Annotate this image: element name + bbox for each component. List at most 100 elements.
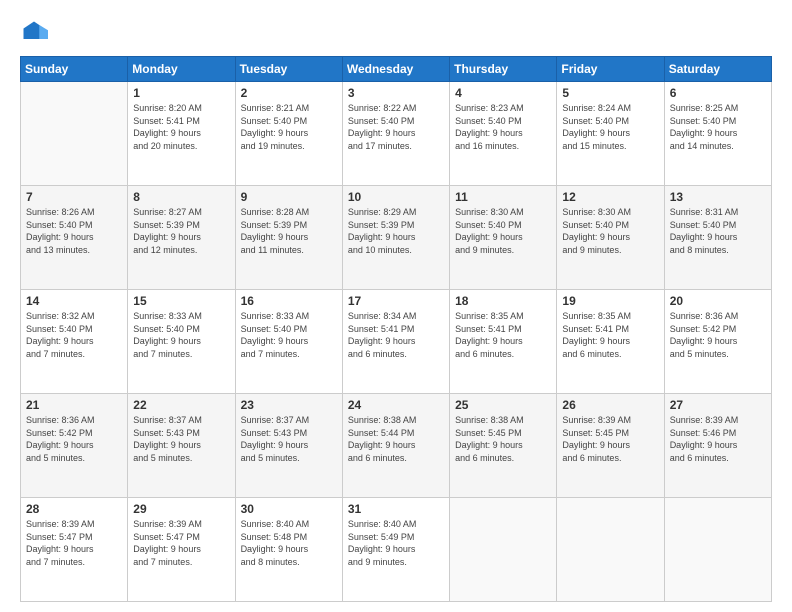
day-info: Sunrise: 8:33 AM Sunset: 5:40 PM Dayligh… bbox=[241, 310, 337, 360]
day-number: 11 bbox=[455, 190, 551, 204]
logo-icon bbox=[20, 18, 48, 46]
day-number: 3 bbox=[348, 86, 444, 100]
calendar-cell: 3 Sunrise: 8:22 AM Sunset: 5:40 PM Daylig… bbox=[342, 82, 449, 186]
day-number: 7 bbox=[26, 190, 122, 204]
calendar-cell: 29Sunrise: 8:39 AM Sunset: 5:47 PM Dayli… bbox=[128, 498, 235, 602]
calendar-cell: 1Sunrise: 8:20 AM Sunset: 5:41 PM Daylig… bbox=[128, 82, 235, 186]
day-info: Sunrise: 8:35 AM Sunset: 5:41 PM Dayligh… bbox=[455, 310, 551, 360]
day-number: 18 bbox=[455, 294, 551, 308]
weekday-header-friday: Friday bbox=[557, 57, 664, 82]
calendar-cell: 28 Sunrise: 8:39 AM Sunset: 5:47 PM Dayli… bbox=[21, 498, 128, 602]
calendar-cell: 21Sunrise: 8:36 AM Sunset: 5:42 PM Dayli… bbox=[21, 394, 128, 498]
day-info: Sunrise: 8:37 AM Sunset: 5:43 PM Dayligh… bbox=[241, 414, 337, 464]
calendar-cell: 11 Sunrise: 8:30 AM Sunset: 5:40 PM Dayli… bbox=[450, 186, 557, 290]
day-number: 13 bbox=[670, 190, 766, 204]
day-info: Sunrise: 8:21 AM Sunset: 5:40 PM Dayligh… bbox=[241, 102, 337, 152]
calendar-cell: 23Sunrise: 8:37 AM Sunset: 5:43 PM Dayli… bbox=[235, 394, 342, 498]
week-row-4: 21Sunrise: 8:36 AM Sunset: 5:42 PM Dayli… bbox=[21, 394, 772, 498]
calendar-cell: 13 Sunrise: 8:31 AM Sunset: 5:40 PM Dayli… bbox=[664, 186, 771, 290]
calendar-cell: 6 Sunrise: 8:25 AM Sunset: 5:40 PM Daylig… bbox=[664, 82, 771, 186]
day-number: 5 bbox=[562, 86, 658, 100]
day-info: Sunrise: 8:38 AM Sunset: 5:45 PM Dayligh… bbox=[455, 414, 551, 464]
day-number: 20 bbox=[670, 294, 766, 308]
day-info: Sunrise: 8:24 AM Sunset: 5:40 PM Dayligh… bbox=[562, 102, 658, 152]
day-info: Sunrise: 8:40 AM Sunset: 5:49 PM Dayligh… bbox=[348, 518, 444, 568]
calendar-cell bbox=[450, 498, 557, 602]
logo bbox=[20, 18, 52, 46]
calendar-cell: 5 Sunrise: 8:24 AM Sunset: 5:40 PM Daylig… bbox=[557, 82, 664, 186]
day-info: Sunrise: 8:32 AM Sunset: 5:40 PM Dayligh… bbox=[26, 310, 122, 360]
week-row-3: 14 Sunrise: 8:32 AM Sunset: 5:40 PM Dayli… bbox=[21, 290, 772, 394]
day-info: Sunrise: 8:28 AM Sunset: 5:39 PM Dayligh… bbox=[241, 206, 337, 256]
page: SundayMondayTuesdayWednesdayThursdayFrid… bbox=[0, 0, 792, 612]
day-number: 19 bbox=[562, 294, 658, 308]
calendar-cell: 19 Sunrise: 8:35 AM Sunset: 5:41 PM Dayli… bbox=[557, 290, 664, 394]
weekday-header-thursday: Thursday bbox=[450, 57, 557, 82]
day-number: 31 bbox=[348, 502, 444, 516]
calendar-cell: 30 Sunrise: 8:40 AM Sunset: 5:48 PM Dayli… bbox=[235, 498, 342, 602]
day-info: Sunrise: 8:39 AM Sunset: 5:47 PM Dayligh… bbox=[26, 518, 122, 568]
header bbox=[20, 18, 772, 46]
day-info: Sunrise: 8:31 AM Sunset: 5:40 PM Dayligh… bbox=[670, 206, 766, 256]
week-row-5: 28 Sunrise: 8:39 AM Sunset: 5:47 PM Dayli… bbox=[21, 498, 772, 602]
day-info: Sunrise: 8:30 AM Sunset: 5:40 PM Dayligh… bbox=[562, 206, 658, 256]
day-number: 30 bbox=[241, 502, 337, 516]
day-info: Sunrise: 8:40 AM Sunset: 5:48 PM Dayligh… bbox=[241, 518, 337, 568]
calendar-cell: 14 Sunrise: 8:32 AM Sunset: 5:40 PM Dayli… bbox=[21, 290, 128, 394]
day-number: 8 bbox=[133, 190, 229, 204]
day-number: 21 bbox=[26, 398, 122, 412]
day-number: 6 bbox=[670, 86, 766, 100]
weekday-header-wednesday: Wednesday bbox=[342, 57, 449, 82]
day-info: Sunrise: 8:38 AM Sunset: 5:44 PM Dayligh… bbox=[348, 414, 444, 464]
day-info: Sunrise: 8:23 AM Sunset: 5:40 PM Dayligh… bbox=[455, 102, 551, 152]
calendar-cell: 20 Sunrise: 8:36 AM Sunset: 5:42 PM Dayli… bbox=[664, 290, 771, 394]
day-number: 26 bbox=[562, 398, 658, 412]
day-info: Sunrise: 8:33 AM Sunset: 5:40 PM Dayligh… bbox=[133, 310, 229, 360]
calendar-cell: 15 Sunrise: 8:33 AM Sunset: 5:40 PM Dayli… bbox=[128, 290, 235, 394]
day-number: 28 bbox=[26, 502, 122, 516]
calendar-cell: 4 Sunrise: 8:23 AM Sunset: 5:40 PM Daylig… bbox=[450, 82, 557, 186]
calendar-cell: 16 Sunrise: 8:33 AM Sunset: 5:40 PM Dayli… bbox=[235, 290, 342, 394]
weekday-header-row: SundayMondayTuesdayWednesdayThursdayFrid… bbox=[21, 57, 772, 82]
day-number: 15 bbox=[133, 294, 229, 308]
weekday-header-sunday: Sunday bbox=[21, 57, 128, 82]
calendar-cell: 27Sunrise: 8:39 AM Sunset: 5:46 PM Dayli… bbox=[664, 394, 771, 498]
day-number: 4 bbox=[455, 86, 551, 100]
day-number: 1 bbox=[133, 86, 229, 100]
day-number: 25 bbox=[455, 398, 551, 412]
day-info: Sunrise: 8:39 AM Sunset: 5:46 PM Dayligh… bbox=[670, 414, 766, 464]
calendar-cell: 7 Sunrise: 8:26 AM Sunset: 5:40 PM Daylig… bbox=[21, 186, 128, 290]
calendar-cell: 10 Sunrise: 8:29 AM Sunset: 5:39 PM Dayli… bbox=[342, 186, 449, 290]
day-number: 12 bbox=[562, 190, 658, 204]
day-info: Sunrise: 8:29 AM Sunset: 5:39 PM Dayligh… bbox=[348, 206, 444, 256]
calendar-cell: 18 Sunrise: 8:35 AM Sunset: 5:41 PM Dayli… bbox=[450, 290, 557, 394]
calendar-cell: 9Sunrise: 8:28 AM Sunset: 5:39 PM Daylig… bbox=[235, 186, 342, 290]
calendar-cell: 31 Sunrise: 8:40 AM Sunset: 5:49 PM Dayli… bbox=[342, 498, 449, 602]
day-info: Sunrise: 8:35 AM Sunset: 5:41 PM Dayligh… bbox=[562, 310, 658, 360]
day-number: 16 bbox=[241, 294, 337, 308]
day-number: 29 bbox=[133, 502, 229, 516]
day-info: Sunrise: 8:37 AM Sunset: 5:43 PM Dayligh… bbox=[133, 414, 229, 464]
week-row-2: 7 Sunrise: 8:26 AM Sunset: 5:40 PM Daylig… bbox=[21, 186, 772, 290]
day-info: Sunrise: 8:34 AM Sunset: 5:41 PM Dayligh… bbox=[348, 310, 444, 360]
day-info: Sunrise: 8:22 AM Sunset: 5:40 PM Dayligh… bbox=[348, 102, 444, 152]
day-number: 2 bbox=[241, 86, 337, 100]
day-info: Sunrise: 8:26 AM Sunset: 5:40 PM Dayligh… bbox=[26, 206, 122, 256]
day-info: Sunrise: 8:25 AM Sunset: 5:40 PM Dayligh… bbox=[670, 102, 766, 152]
day-info: Sunrise: 8:27 AM Sunset: 5:39 PM Dayligh… bbox=[133, 206, 229, 256]
day-info: Sunrise: 8:39 AM Sunset: 5:45 PM Dayligh… bbox=[562, 414, 658, 464]
day-number: 10 bbox=[348, 190, 444, 204]
calendar-cell: 2 Sunrise: 8:21 AM Sunset: 5:40 PM Daylig… bbox=[235, 82, 342, 186]
calendar-cell: 12 Sunrise: 8:30 AM Sunset: 5:40 PM Dayli… bbox=[557, 186, 664, 290]
day-info: Sunrise: 8:36 AM Sunset: 5:42 PM Dayligh… bbox=[670, 310, 766, 360]
day-info: Sunrise: 8:30 AM Sunset: 5:40 PM Dayligh… bbox=[455, 206, 551, 256]
calendar-cell: 17 Sunrise: 8:34 AM Sunset: 5:41 PM Dayli… bbox=[342, 290, 449, 394]
calendar-cell: 25 Sunrise: 8:38 AM Sunset: 5:45 PM Dayli… bbox=[450, 394, 557, 498]
calendar-cell bbox=[664, 498, 771, 602]
calendar-cell bbox=[557, 498, 664, 602]
day-number: 14 bbox=[26, 294, 122, 308]
day-number: 17 bbox=[348, 294, 444, 308]
weekday-header-saturday: Saturday bbox=[664, 57, 771, 82]
week-row-1: 1Sunrise: 8:20 AM Sunset: 5:41 PM Daylig… bbox=[21, 82, 772, 186]
day-number: 22 bbox=[133, 398, 229, 412]
